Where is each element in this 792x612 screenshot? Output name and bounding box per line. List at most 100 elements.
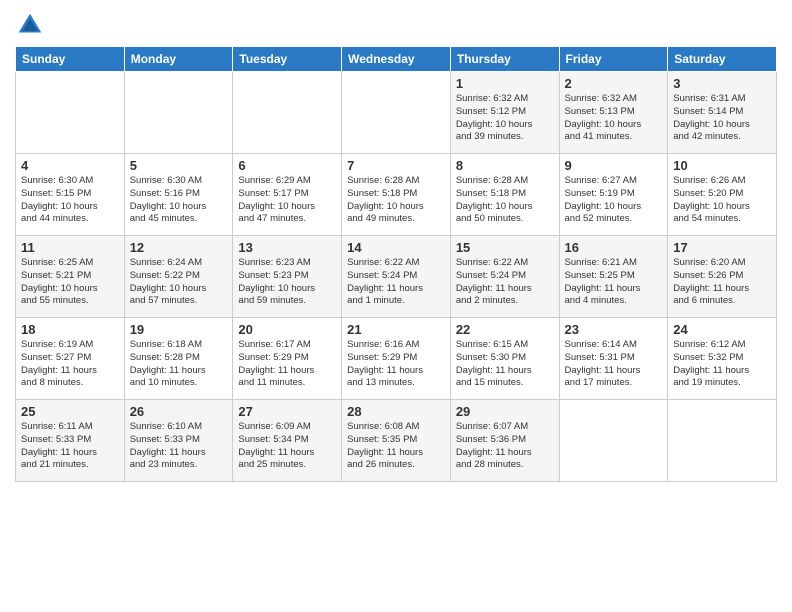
day-number: 23 <box>565 322 663 337</box>
calendar-cell: 12 Sunrise: 6:24 AM Sunset: 5:22 PM Dayli… <box>124 236 233 318</box>
day-number: 19 <box>130 322 228 337</box>
day-number: 7 <box>347 158 445 173</box>
day-info: Sunrise: 6:20 AM Sunset: 5:26 PM Dayligh… <box>673 257 771 308</box>
calendar-cell: 5 Sunrise: 6:30 AM Sunset: 5:16 PM Daylig… <box>124 154 233 236</box>
day-info: Sunrise: 6:22 AM Sunset: 5:24 PM Dayligh… <box>347 257 445 308</box>
calendar-cell: 20 Sunrise: 6:17 AM Sunset: 5:29 PM Dayli… <box>233 318 342 400</box>
day-info: Sunrise: 6:08 AM Sunset: 5:35 PM Dayligh… <box>347 421 445 472</box>
day-number: 29 <box>456 404 554 419</box>
col-header-saturday: Saturday <box>668 47 777 72</box>
day-info: Sunrise: 6:18 AM Sunset: 5:28 PM Dayligh… <box>130 339 228 390</box>
day-info: Sunrise: 6:17 AM Sunset: 5:29 PM Dayligh… <box>238 339 336 390</box>
day-info: Sunrise: 6:32 AM Sunset: 5:13 PM Dayligh… <box>565 93 663 144</box>
day-info: Sunrise: 6:28 AM Sunset: 5:18 PM Dayligh… <box>347 175 445 226</box>
day-info: Sunrise: 6:32 AM Sunset: 5:12 PM Dayligh… <box>456 93 554 144</box>
day-info: Sunrise: 6:22 AM Sunset: 5:24 PM Dayligh… <box>456 257 554 308</box>
day-number: 20 <box>238 322 336 337</box>
calendar-cell: 26 Sunrise: 6:10 AM Sunset: 5:33 PM Dayli… <box>124 400 233 482</box>
logo <box>15 10 49 40</box>
calendar-cell: 6 Sunrise: 6:29 AM Sunset: 5:17 PM Daylig… <box>233 154 342 236</box>
calendar-cell: 3Sunrise: 6:31 AM Sunset: 5:14 PM Daylig… <box>668 72 777 154</box>
calendar-cell: 4Sunrise: 6:30 AM Sunset: 5:15 PM Daylig… <box>16 154 125 236</box>
calendar-cell: 24 Sunrise: 6:12 AM Sunset: 5:32 PM Dayli… <box>668 318 777 400</box>
calendar-cell: 21 Sunrise: 6:16 AM Sunset: 5:29 PM Dayli… <box>342 318 451 400</box>
day-number: 8 <box>456 158 554 173</box>
day-number: 17 <box>673 240 771 255</box>
day-info: Sunrise: 6:28 AM Sunset: 5:18 PM Dayligh… <box>456 175 554 226</box>
day-info: Sunrise: 6:29 AM Sunset: 5:17 PM Dayligh… <box>238 175 336 226</box>
day-info: Sunrise: 6:12 AM Sunset: 5:32 PM Dayligh… <box>673 339 771 390</box>
col-header-tuesday: Tuesday <box>233 47 342 72</box>
day-number: 18 <box>21 322 119 337</box>
calendar-cell: 29 Sunrise: 6:07 AM Sunset: 5:36 PM Dayli… <box>450 400 559 482</box>
day-number: 16 <box>565 240 663 255</box>
day-info: Sunrise: 6:31 AM Sunset: 5:14 PM Dayligh… <box>673 93 771 144</box>
calendar-cell: 13 Sunrise: 6:23 AM Sunset: 5:23 PM Dayli… <box>233 236 342 318</box>
day-info: Sunrise: 6:21 AM Sunset: 5:25 PM Dayligh… <box>565 257 663 308</box>
day-number: 22 <box>456 322 554 337</box>
calendar-cell <box>124 72 233 154</box>
day-number: 15 <box>456 240 554 255</box>
calendar-cell: 17 Sunrise: 6:20 AM Sunset: 5:26 PM Dayli… <box>668 236 777 318</box>
calendar-cell: 2 Sunrise: 6:32 AM Sunset: 5:13 PM Daylig… <box>559 72 668 154</box>
day-info: Sunrise: 6:30 AM Sunset: 5:16 PM Dayligh… <box>130 175 228 226</box>
day-number: 21 <box>347 322 445 337</box>
day-info: Sunrise: 6:26 AM Sunset: 5:20 PM Dayligh… <box>673 175 771 226</box>
day-number: 25 <box>21 404 119 419</box>
calendar-cell: 9 Sunrise: 6:27 AM Sunset: 5:19 PM Daylig… <box>559 154 668 236</box>
calendar-cell: 8 Sunrise: 6:28 AM Sunset: 5:18 PM Daylig… <box>450 154 559 236</box>
day-number: 9 <box>565 158 663 173</box>
day-number: 14 <box>347 240 445 255</box>
calendar-cell <box>668 400 777 482</box>
day-number: 13 <box>238 240 336 255</box>
day-info: Sunrise: 6:07 AM Sunset: 5:36 PM Dayligh… <box>456 421 554 472</box>
day-info: Sunrise: 6:10 AM Sunset: 5:33 PM Dayligh… <box>130 421 228 472</box>
day-number: 5 <box>130 158 228 173</box>
day-info: Sunrise: 6:11 AM Sunset: 5:33 PM Dayligh… <box>21 421 119 472</box>
day-info: Sunrise: 6:16 AM Sunset: 5:29 PM Dayligh… <box>347 339 445 390</box>
calendar-week-0: 1 Sunrise: 6:32 AM Sunset: 5:12 PM Daylig… <box>16 72 777 154</box>
day-info: Sunrise: 6:15 AM Sunset: 5:30 PM Dayligh… <box>456 339 554 390</box>
calendar-cell <box>233 72 342 154</box>
day-info: Sunrise: 6:25 AM Sunset: 5:21 PM Dayligh… <box>21 257 119 308</box>
calendar-cell: 16 Sunrise: 6:21 AM Sunset: 5:25 PM Dayli… <box>559 236 668 318</box>
calendar-cell <box>16 72 125 154</box>
calendar-cell: 23Sunrise: 6:14 AM Sunset: 5:31 PM Dayli… <box>559 318 668 400</box>
calendar-cell: 22 Sunrise: 6:15 AM Sunset: 5:30 PM Dayli… <box>450 318 559 400</box>
calendar-week-1: 4Sunrise: 6:30 AM Sunset: 5:15 PM Daylig… <box>16 154 777 236</box>
day-info: Sunrise: 6:27 AM Sunset: 5:19 PM Dayligh… <box>565 175 663 226</box>
calendar-cell: 14 Sunrise: 6:22 AM Sunset: 5:24 PM Dayli… <box>342 236 451 318</box>
day-number: 11 <box>21 240 119 255</box>
day-info: Sunrise: 6:24 AM Sunset: 5:22 PM Dayligh… <box>130 257 228 308</box>
day-number: 2 <box>565 76 663 91</box>
calendar-week-3: 18 Sunrise: 6:19 AM Sunset: 5:27 PM Dayli… <box>16 318 777 400</box>
day-info: Sunrise: 6:19 AM Sunset: 5:27 PM Dayligh… <box>21 339 119 390</box>
day-info: Sunrise: 6:23 AM Sunset: 5:23 PM Dayligh… <box>238 257 336 308</box>
day-number: 10 <box>673 158 771 173</box>
calendar-week-2: 11 Sunrise: 6:25 AM Sunset: 5:21 PM Dayli… <box>16 236 777 318</box>
header-row: SundayMondayTuesdayWednesdayThursdayFrid… <box>16 47 777 72</box>
calendar-cell: 28 Sunrise: 6:08 AM Sunset: 5:35 PM Dayli… <box>342 400 451 482</box>
calendar-cell <box>559 400 668 482</box>
day-number: 26 <box>130 404 228 419</box>
calendar-cell: 11 Sunrise: 6:25 AM Sunset: 5:21 PM Dayli… <box>16 236 125 318</box>
calendar-cell: 1 Sunrise: 6:32 AM Sunset: 5:12 PM Daylig… <box>450 72 559 154</box>
day-info: Sunrise: 6:30 AM Sunset: 5:15 PM Dayligh… <box>21 175 119 226</box>
day-number: 24 <box>673 322 771 337</box>
calendar-cell: 10 Sunrise: 6:26 AM Sunset: 5:20 PM Dayli… <box>668 154 777 236</box>
day-number: 28 <box>347 404 445 419</box>
calendar-cell <box>342 72 451 154</box>
col-header-thursday: Thursday <box>450 47 559 72</box>
day-number: 12 <box>130 240 228 255</box>
header <box>15 10 777 40</box>
day-number: 6 <box>238 158 336 173</box>
col-header-friday: Friday <box>559 47 668 72</box>
calendar-header: SundayMondayTuesdayWednesdayThursdayFrid… <box>16 47 777 72</box>
col-header-wednesday: Wednesday <box>342 47 451 72</box>
calendar-week-4: 25 Sunrise: 6:11 AM Sunset: 5:33 PM Dayli… <box>16 400 777 482</box>
calendar-cell: 25 Sunrise: 6:11 AM Sunset: 5:33 PM Dayli… <box>16 400 125 482</box>
day-number: 1 <box>456 76 554 91</box>
calendar-page: SundayMondayTuesdayWednesdayThursdayFrid… <box>0 0 792 612</box>
col-header-sunday: Sunday <box>16 47 125 72</box>
calendar-cell: 7 Sunrise: 6:28 AM Sunset: 5:18 PM Daylig… <box>342 154 451 236</box>
